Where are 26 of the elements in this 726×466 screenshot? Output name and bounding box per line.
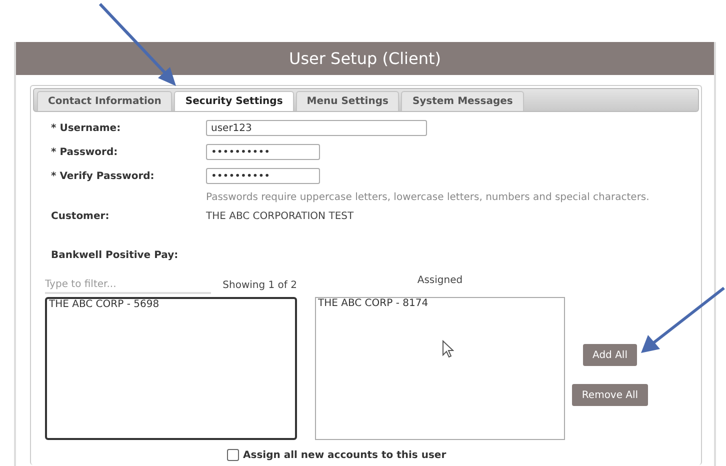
field-label: Customer: bbox=[50, 211, 110, 222]
list-item[interactable]: THE ABC CORP - 8174 bbox=[318, 298, 428, 309]
list-item[interactable]: THE ABC CORP - 5698 bbox=[49, 299, 160, 310]
field-label: * Username: bbox=[50, 122, 122, 134]
tab[interactable]: Menu Settings bbox=[296, 91, 400, 111]
add-all-button[interactable]: Add All bbox=[582, 344, 638, 366]
customer-value: THE ABC CORPORATION TEST bbox=[206, 211, 355, 222]
assigned-heading: Assigned bbox=[417, 275, 463, 286]
tab[interactable]: Security Settings bbox=[174, 91, 294, 111]
available-list[interactable]: THE ABC CORP - 5698 bbox=[45, 297, 297, 440]
pointer-cursor-icon bbox=[442, 340, 454, 358]
remove-all-button[interactable]: Remove All bbox=[572, 384, 648, 406]
filter-field[interactable]: Type to filter... bbox=[45, 276, 211, 294]
assigned-list[interactable]: THE ABC CORP - 8174 bbox=[315, 297, 565, 440]
field-label: * Password: bbox=[50, 146, 119, 158]
tab[interactable]: Contact Information bbox=[37, 91, 172, 111]
section-label: Bankwell Positive Pay: bbox=[50, 250, 180, 261]
input-field[interactable]: user123 bbox=[206, 120, 427, 136]
showing-count: Showing 1 of 2 bbox=[222, 280, 297, 290]
tab[interactable]: System Messages bbox=[401, 91, 524, 111]
password-hint: Passwords require uppercase letters, lowercase letters, numbers and special characters. bbox=[206, 192, 650, 203]
password-field[interactable]: •••••••••• bbox=[206, 144, 320, 160]
password-field[interactable]: •••••••••• bbox=[206, 168, 320, 184]
window-title: User Setup (Client) bbox=[16, 42, 714, 75]
checkbox[interactable] bbox=[227, 449, 239, 461]
field-label: * Verify Password: bbox=[50, 170, 156, 182]
